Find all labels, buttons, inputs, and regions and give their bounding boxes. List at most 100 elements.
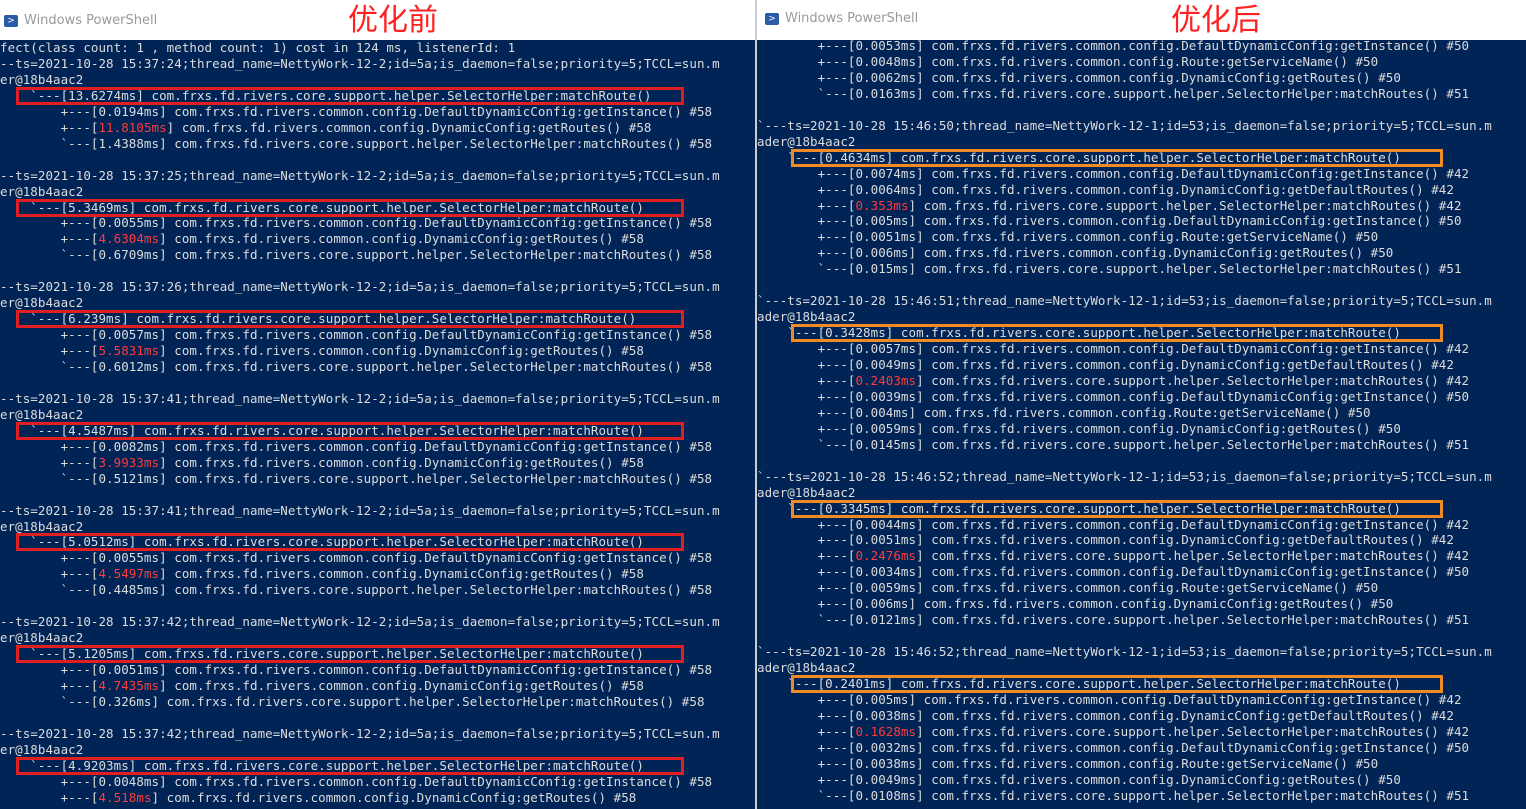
console-line: er@18b4aac2 — [0, 406, 84, 422]
console-line: +---[0.004ms] com.frxs.fd.rivers.common.… — [757, 404, 1371, 420]
console-line: +---[0.0057ms] com.frxs.fd.rivers.common… — [0, 327, 713, 343]
powershell-icon: > — [4, 15, 18, 27]
console-line: `---ts=2021-10-28 15:46:51;thread_name=N… — [757, 293, 1492, 309]
console-line: +---[0.0057ms] com.frxs.fd.rivers.common… — [757, 341, 1470, 357]
console-line: er@18b4aac2 — [0, 518, 84, 534]
after-heading: 优化后 — [1171, 3, 1261, 38]
console-line: +---[0.0051ms] com.frxs.fd.rivers.common… — [0, 662, 713, 678]
console-line: +---[0.0064ms] com.frxs.fd.rivers.common… — [757, 181, 1454, 197]
root-call-highlight — [16, 310, 684, 329]
powershell-icon: > — [765, 13, 779, 25]
console-line: --ts=2021-10-28 15:37:42;thread_name=Net… — [0, 725, 720, 741]
root-call-highlight — [791, 148, 1443, 167]
console-line: +---[0.0053ms] com.frxs.fd.rivers.common… — [757, 38, 1470, 53]
console-line: `---[0.0121ms] com.frxs.fd.rivers.core.s… — [757, 612, 1470, 628]
root-call-highlight — [16, 756, 684, 775]
console-line: --ts=2021-10-28 15:37:42;thread_name=Net… — [0, 614, 720, 630]
console-line: er@18b4aac2 — [0, 741, 84, 757]
before-panel: > Windows PowerShell 优化前 fect(class coun… — [0, 0, 755, 809]
console-line: +---[0.0049ms] com.frxs.fd.rivers.common… — [757, 357, 1454, 372]
console-line: +---[0.006ms] com.frxs.fd.rivers.common.… — [757, 596, 1394, 612]
console-line: fect(class count: 1 , method count: 1) c… — [0, 40, 516, 55]
console-line: +---[0.0044ms] com.frxs.fd.rivers.common… — [757, 516, 1470, 532]
console-line: --ts=2021-10-28 15:37:26;thread_name=Net… — [0, 279, 720, 295]
console-line: +---[0.0082ms] com.frxs.fd.rivers.common… — [0, 438, 713, 454]
console-line: +---[4.6304ms] com.frxs.fd.rivers.common… — [0, 231, 644, 247]
console-line: +---[5.5831ms] com.frxs.fd.rivers.common… — [0, 343, 644, 359]
left-window-title: Windows PowerShell — [24, 13, 158, 28]
console-line: +---[0.0039ms] com.frxs.fd.rivers.common… — [757, 388, 1470, 404]
root-call-highlight — [16, 198, 684, 217]
console-line: `---[0.6012ms] com.frxs.fd.rivers.core.s… — [0, 359, 713, 374]
console-line: +---[3.9933ms] com.frxs.fd.rivers.common… — [0, 454, 644, 470]
console-line: +---[0.0074ms] com.frxs.fd.rivers.common… — [757, 165, 1470, 181]
console-line: +---[0.006ms] com.frxs.fd.rivers.common.… — [757, 245, 1394, 261]
left-console[interactable]: fect(class count: 1 , method count: 1) c… — [0, 40, 755, 809]
slow-timing: 4.518ms — [98, 789, 152, 805]
after-panel: > Windows PowerShell 优化后 +---[0.0053ms] … — [757, 0, 1526, 809]
slow-timing: 0.353ms — [855, 197, 909, 213]
slow-timing: 5.5831ms — [98, 343, 160, 359]
console-line: er@18b4aac2 — [0, 630, 84, 646]
slow-timing: 0.2403ms — [855, 372, 917, 388]
root-call-highlight — [16, 421, 684, 440]
console-line: +---[0.0038ms] com.frxs.fd.rivers.common… — [757, 755, 1379, 771]
console-line: +---[0.0062ms] com.frxs.fd.rivers.common… — [757, 69, 1401, 85]
console-line: +---[0.2476ms] com.frxs.fd.rivers.core.s… — [757, 548, 1470, 564]
console-line: +---[0.0048ms] com.frxs.fd.rivers.common… — [0, 773, 713, 789]
console-line: ader@18b4aac2 — [757, 484, 856, 500]
console-line: `---[0.326ms] com.frxs.fd.rivers.core.su… — [0, 693, 705, 709]
console-line: +---[0.0059ms] com.frxs.fd.rivers.common… — [757, 580, 1379, 596]
slow-timing: 3.9933ms — [98, 454, 160, 470]
slow-timing: 4.5497ms — [98, 566, 160, 582]
console-line: +---[0.0048ms] com.frxs.fd.rivers.common… — [757, 53, 1379, 69]
slow-timing: 11.8105ms — [98, 119, 167, 135]
console-line: +---[0.0038ms] com.frxs.fd.rivers.common… — [757, 707, 1454, 723]
console-line: +---[0.0055ms] com.frxs.fd.rivers.common… — [0, 215, 713, 231]
root-call-highlight — [791, 499, 1443, 518]
right-console[interactable]: +---[0.0053ms] com.frxs.fd.rivers.common… — [757, 38, 1526, 809]
console-line: --ts=2021-10-28 15:37:24;thread_name=Net… — [0, 55, 720, 71]
console-line: +---[4.5497ms] com.frxs.fd.rivers.common… — [0, 566, 644, 582]
console-line: +---[0.0051ms] com.frxs.fd.rivers.common… — [757, 229, 1379, 245]
console-line: er@18b4aac2 — [0, 183, 84, 199]
console-line: +---[0.353ms] com.frxs.fd.rivers.core.su… — [757, 197, 1462, 213]
slow-timing: 0.2476ms — [855, 548, 917, 564]
console-line: `---ts=2021-10-28 15:46:50;thread_name=N… — [757, 117, 1492, 133]
console-line: ader@18b4aac2 — [757, 660, 856, 676]
console-line: +---[4.518ms] com.frxs.fd.rivers.common.… — [0, 789, 637, 805]
console-line: +---[0.0051ms] com.frxs.fd.rivers.common… — [757, 532, 1454, 548]
root-call-highlight — [791, 324, 1443, 343]
console-line: `---[0.0145ms] com.frxs.fd.rivers.core.s… — [757, 436, 1470, 452]
console-line: +---[0.1628ms] com.frxs.fd.rivers.core.s… — [757, 723, 1470, 739]
right-window-title: Windows PowerShell — [785, 11, 919, 26]
console-line: `---[0.0163ms] com.frxs.fd.rivers.core.s… — [757, 85, 1470, 101]
console-line: +---[0.2403ms] com.frxs.fd.rivers.core.s… — [757, 372, 1470, 388]
console-line: +---[0.0049ms] com.frxs.fd.rivers.common… — [757, 771, 1401, 787]
console-line: `---ts=2021-10-28 15:46:52;thread_name=N… — [757, 468, 1492, 484]
console-line: ader@18b4aac2 — [757, 309, 856, 325]
slow-timing: 0.1628ms — [855, 723, 917, 739]
console-line: +---[0.0055ms] com.frxs.fd.rivers.common… — [0, 550, 713, 566]
console-line: `---[0.0108ms] com.frxs.fd.rivers.core.s… — [757, 787, 1470, 803]
console-line: `---[0.015ms] com.frxs.fd.rivers.core.su… — [757, 261, 1462, 277]
console-line: +---[11.8105ms] com.frxs.fd.rivers.commo… — [0, 119, 652, 135]
console-line: --ts=2021-10-28 15:37:25;thread_name=Net… — [0, 167, 720, 183]
root-call-highlight — [791, 675, 1443, 693]
root-call-highlight — [16, 533, 684, 552]
console-line: `---[1.4388ms] com.frxs.fd.rivers.core.s… — [0, 135, 713, 151]
console-line: `---[0.4485ms] com.frxs.fd.rivers.core.s… — [0, 582, 713, 598]
console-line: er@18b4aac2 — [0, 71, 84, 87]
right-window-titlebar: > Windows PowerShell — [757, 0, 1526, 40]
console-line: +---[0.0034ms] com.frxs.fd.rivers.common… — [757, 564, 1470, 580]
console-line: +---[0.005ms] com.frxs.fd.rivers.common.… — [757, 691, 1462, 707]
console-line: ader@18b4aac2 — [757, 133, 856, 149]
slow-timing: 4.6304ms — [98, 231, 160, 247]
console-line: --ts=2021-10-28 15:37:41;thread_name=Net… — [0, 502, 720, 518]
console-line: --ts=2021-10-28 15:37:41;thread_name=Net… — [0, 390, 720, 406]
slow-timing: 4.7435ms — [98, 678, 160, 693]
console-line: er@18b4aac2 — [0, 295, 84, 311]
console-line: +---[0.0194ms] com.frxs.fd.rivers.common… — [0, 103, 713, 119]
console-line: `---[0.6709ms] com.frxs.fd.rivers.core.s… — [0, 247, 713, 263]
root-call-highlight — [16, 86, 684, 105]
